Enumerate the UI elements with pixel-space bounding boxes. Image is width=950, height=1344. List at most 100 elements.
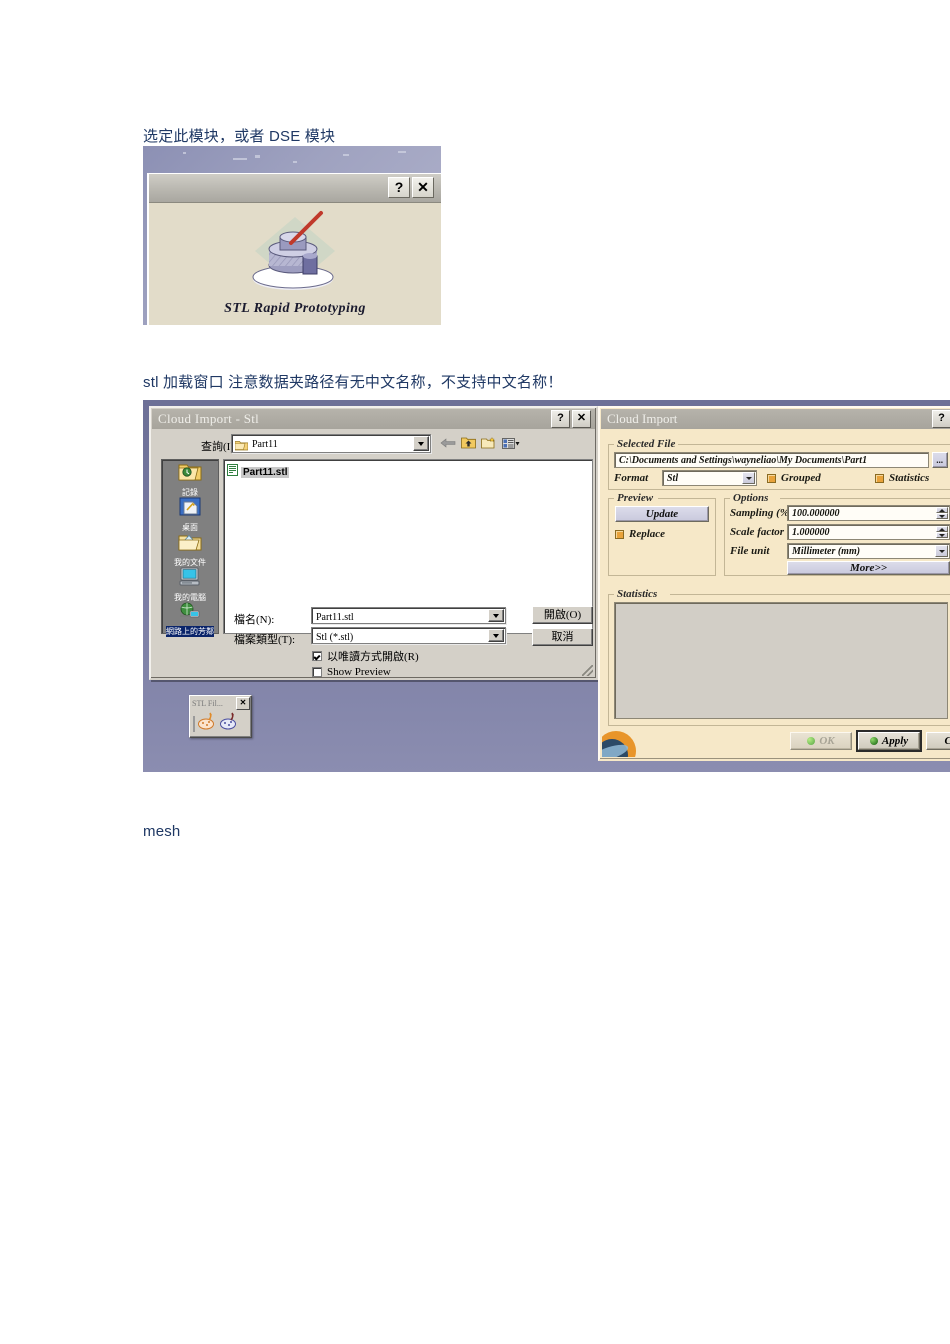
stl-filter-icon-2[interactable] [219, 712, 239, 735]
resize-grip[interactable] [582, 665, 593, 676]
cloud-import-dialog: Cloud Import ? Selected File C:\Document… [598, 406, 950, 761]
file-unit-value: Millimeter (mm) [792, 546, 861, 557]
stl-import-screenshot: Cloud Import - Stl ? ✕ 查詢(I): Part11 記錄 … [143, 400, 950, 772]
ok-status-dot [807, 737, 816, 745]
sidebar-item-my-documents[interactable]: 我的文件 [162, 532, 218, 567]
scale-factor-label: Scale factor [730, 526, 785, 538]
file-type-value: Stl (*.stl) [316, 632, 354, 643]
scale-factor-input[interactable]: 1.000000 [787, 524, 950, 540]
scale-factor-stepper[interactable] [936, 526, 948, 538]
desktop-icon [179, 497, 201, 522]
ok-button-label: OK [819, 735, 835, 747]
sampling-stepper[interactable] [936, 507, 948, 519]
file-name-field-label: 檔名(N): [234, 614, 275, 626]
file-name-value: Part11.stl [316, 612, 354, 623]
selected-file-path-input[interactable]: C:\Documents and Settings\wayneliao\My D… [614, 452, 929, 468]
new-folder-icon[interactable] [481, 436, 497, 455]
show-preview-label: Show Preview [327, 666, 391, 678]
statistics-toggle-label: Statistics [889, 472, 930, 484]
stl-file-icon [227, 463, 238, 481]
apply-button[interactable]: Apply [856, 730, 922, 752]
caption-mesh: mesh [143, 823, 181, 840]
sidebar-item-network-neighborhood[interactable]: 網路上的芳鄰 [162, 602, 218, 637]
format-select[interactable]: Stl [662, 470, 757, 486]
apply-button-label: Apply [881, 735, 909, 747]
stl-module-body: STL Rapid Prototyping [149, 203, 441, 325]
chevron-down-icon[interactable] [935, 545, 948, 557]
statistics-output [614, 602, 948, 719]
format-label: Format [614, 472, 649, 484]
list-item[interactable]: Part11.stl [227, 463, 290, 481]
back-arrow-icon[interactable] [440, 436, 456, 455]
my-documents-icon [178, 532, 202, 557]
preview-group-label: Preview [614, 492, 657, 504]
chevron-down-icon[interactable] [413, 436, 429, 451]
stl-rapid-prototyping-icon [149, 209, 441, 300]
stl-filter-toolbar-title: STL Fil... [192, 698, 223, 708]
format-value: Stl [667, 473, 679, 484]
stl-module-window: ? ✕ STL Rapid Prototyping [147, 173, 441, 325]
close-icon[interactable]: ✕ [236, 696, 250, 710]
stl-filter-toolbar-body [190, 710, 251, 735]
file-dialog-toolbar [440, 436, 520, 455]
replace-label: Replace [629, 528, 666, 540]
file-name-label: Part11.stl [241, 466, 290, 478]
file-dialog-title: Cloud Import - Stl [158, 411, 260, 426]
chevron-down-icon[interactable] [742, 472, 755, 484]
stl-filter-toolbar-header[interactable]: STL Fil... ✕ [190, 696, 251, 710]
planet-decoration-icon [602, 725, 648, 757]
cloud-import-title: Cloud Import [607, 411, 678, 426]
chevron-down-icon[interactable] [488, 629, 504, 642]
stl-filter-icon-1[interactable] [197, 712, 217, 735]
folder-icon [234, 438, 249, 456]
places-bar: 記錄 桌面 我的文件 我的電腦 網路上的芳鄰 [161, 459, 219, 637]
toolbar-grip[interactable] [193, 715, 195, 732]
replace-toggle[interactable] [615, 530, 624, 539]
look-in-combo[interactable]: Part11 [231, 434, 431, 453]
cloud-import-titlebar[interactable]: Cloud Import ? [601, 409, 950, 429]
help-icon[interactable]: ? [551, 410, 570, 428]
my-computer-icon [178, 567, 202, 592]
help-icon[interactable]: ? [388, 177, 410, 198]
file-unit-select[interactable]: Millimeter (mm) [787, 543, 950, 559]
stl-module-titlebar: ? ✕ [149, 174, 441, 203]
sampling-value: 100.000000 [792, 508, 840, 519]
scale-factor-value: 1.000000 [792, 527, 830, 538]
sampling-input[interactable]: 100.000000 [787, 505, 950, 521]
statistics-toggle[interactable] [875, 474, 884, 483]
grouped-toggle[interactable] [767, 474, 776, 483]
show-preview-checkbox[interactable] [312, 667, 322, 677]
grouped-label: Grouped [781, 472, 821, 484]
sidebar-item-desktop[interactable]: 桌面 [162, 497, 218, 532]
close-icon[interactable]: ✕ [412, 177, 434, 198]
file-dialog-titlebar[interactable]: Cloud Import - Stl ? ✕ [152, 409, 595, 429]
look-in-value: Part11 [252, 439, 278, 450]
up-folder-icon[interactable] [461, 436, 476, 455]
sidebar-item-label: 網路上的芳鄰 [166, 626, 214, 637]
file-name-input[interactable]: Part11.stl [311, 607, 506, 624]
readonly-checkbox-row[interactable]: 以唯讀方式開啟(R) [312, 648, 419, 664]
browse-button[interactable]: ... [932, 452, 948, 468]
stl-module-screenshot: ? ✕ STL Rapid Prototyping [143, 146, 441, 325]
sidebar-item-history[interactable]: 記錄 [162, 462, 218, 497]
open-button[interactable]: 開啟(O) [532, 606, 593, 624]
more-button[interactable]: More>> [787, 561, 950, 575]
selected-file-group-label: Selected File [614, 438, 679, 450]
show-preview-checkbox-row[interactable]: Show Preview [312, 666, 391, 678]
statistics-group-label: Statistics [614, 588, 661, 600]
sidebar-item-my-computer[interactable]: 我的電腦 [162, 567, 218, 602]
network-neighborhood-icon [178, 602, 202, 626]
caption-stl-load-window: stl 加载窗口 注意数据夹路径有无中文名称，不支持中文名称！ [143, 374, 563, 391]
close-icon[interactable]: ✕ [572, 410, 591, 428]
chevron-down-icon[interactable] [488, 609, 504, 622]
stl-filter-toolbar: STL Fil... ✕ [189, 695, 252, 738]
readonly-checkbox[interactable] [312, 651, 322, 661]
help-icon[interactable]: ? [932, 410, 950, 428]
caption-select-module: 选定此模块，或者 DSE 模块 [143, 128, 336, 145]
close-button[interactable]: Close [926, 732, 950, 750]
cancel-button[interactable]: 取消 [532, 628, 593, 646]
views-icon[interactable] [502, 437, 520, 455]
file-type-select[interactable]: Stl (*.stl) [311, 627, 506, 644]
update-button[interactable]: Update [615, 506, 709, 522]
stl-module-label: STL Rapid Prototyping [224, 301, 366, 316]
